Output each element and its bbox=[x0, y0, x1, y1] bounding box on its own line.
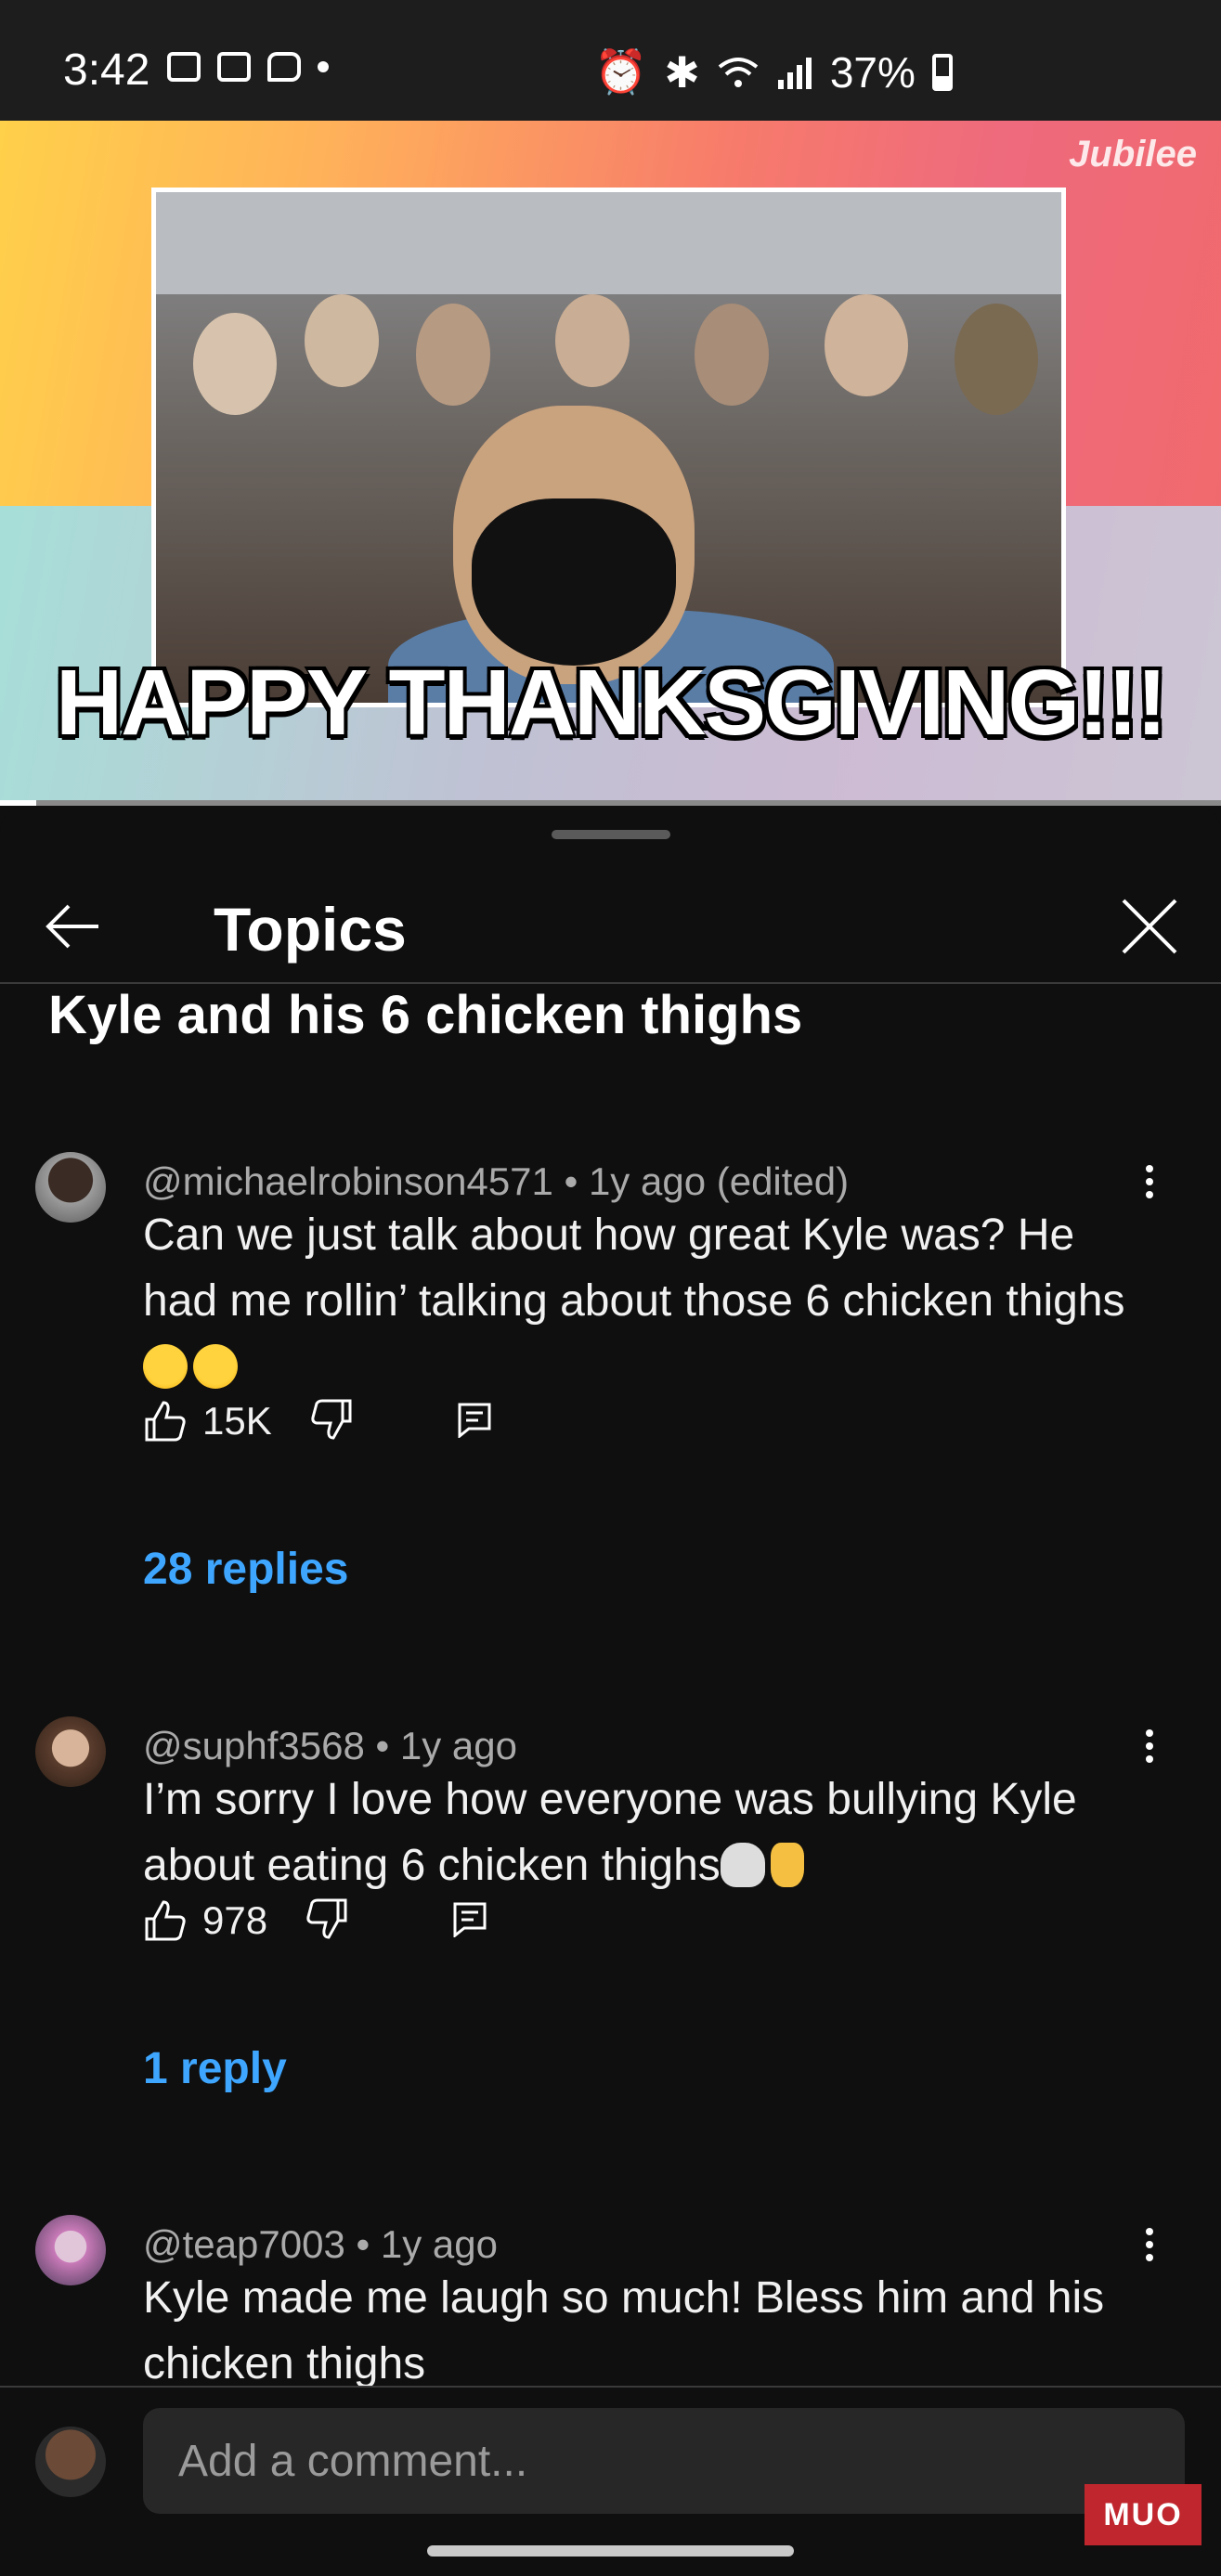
comment-menu-button[interactable] bbox=[1140, 1726, 1159, 1772]
thumbs-down-icon bbox=[311, 1399, 352, 1440]
thumbs-up-icon bbox=[145, 1900, 186, 1941]
gallery-notification-icon bbox=[167, 52, 201, 82]
card-notification-icon bbox=[217, 52, 251, 82]
comment-meta: • 1y ago bbox=[364, 1724, 517, 1767]
comment-menu-button[interactable] bbox=[1140, 1161, 1159, 1208]
user-avatar bbox=[35, 2427, 106, 2497]
close-button[interactable] bbox=[1112, 889, 1187, 964]
wifi-icon bbox=[718, 57, 759, 87]
comment-text: I’m sorry I love how everyone was bullyi… bbox=[143, 1775, 1077, 1890]
channel-watermark: Jubilee bbox=[1069, 134, 1197, 175]
bluetooth-icon: ✱ bbox=[664, 47, 700, 97]
status-bar: 3:42 ⏰ ✱ 37% bbox=[0, 0, 1221, 121]
topics-sheet: Topics Kyle and his 6 chicken thighs @mi… bbox=[0, 806, 1221, 2576]
thumbs-down-icon bbox=[306, 1898, 347, 1939]
comment-author[interactable]: @teap7003 bbox=[143, 2222, 345, 2266]
video-thumbnail-frame bbox=[151, 188, 1066, 707]
comment-actions: 15K bbox=[143, 1393, 493, 1449]
comment-author[interactable]: @michaelrobinson4571 bbox=[143, 1159, 553, 1203]
raised-hand-emoji bbox=[770, 1843, 804, 1887]
avatar[interactable] bbox=[35, 1152, 106, 1223]
sheet-title: Topics bbox=[214, 895, 407, 964]
like-button[interactable]: 978 bbox=[143, 1898, 267, 1943]
add-comment-input[interactable] bbox=[143, 2408, 1185, 2514]
like-button[interactable]: 15K bbox=[143, 1399, 272, 1443]
reply-icon bbox=[458, 1403, 491, 1439]
view-replies-link[interactable]: 28 replies bbox=[143, 1544, 348, 1595]
reply-button[interactable] bbox=[451, 1900, 488, 1942]
comment-menu-button[interactable] bbox=[1140, 2224, 1159, 2271]
laughing-emoji bbox=[193, 1344, 238, 1389]
close-icon bbox=[1122, 899, 1177, 954]
skull-emoji bbox=[720, 1843, 765, 1887]
back-button[interactable] bbox=[37, 889, 111, 964]
home-indicator[interactable] bbox=[427, 2545, 794, 2557]
comment-text: Kyle made me laugh so much! Bless him an… bbox=[143, 2273, 1105, 2388]
alarm-icon: ⏰ bbox=[594, 47, 648, 96]
comment-composer: MUO bbox=[0, 2386, 1221, 2576]
message-notification-icon bbox=[267, 52, 301, 82]
battery-icon bbox=[931, 53, 953, 91]
like-count: 978 bbox=[202, 1898, 268, 1942]
comment-meta: • 1y ago (edited) bbox=[552, 1159, 850, 1203]
muo-watermark: MUO bbox=[1085, 2484, 1202, 2545]
avatar[interactable] bbox=[35, 2215, 106, 2285]
sheet-drag-handle[interactable] bbox=[552, 830, 670, 839]
sheet-header: Topics bbox=[0, 861, 1221, 984]
comment-meta: • 1y ago bbox=[344, 2222, 498, 2266]
status-time: 3:42 bbox=[63, 45, 150, 95]
laughing-emoji bbox=[143, 1344, 188, 1389]
reply-icon bbox=[453, 1902, 487, 1938]
thumbs-up-icon bbox=[145, 1401, 186, 1442]
reply-button[interactable] bbox=[456, 1401, 493, 1443]
battery-percent: 37% bbox=[829, 47, 916, 97]
comment-author[interactable]: @suphf3568 bbox=[143, 1724, 365, 1767]
dislike-button[interactable] bbox=[309, 1397, 354, 1446]
signal-icon bbox=[777, 57, 812, 89]
avatar[interactable] bbox=[35, 1716, 106, 1787]
like-count: 15K bbox=[202, 1399, 272, 1443]
back-arrow-icon bbox=[45, 904, 98, 949]
comment-actions: 978 bbox=[143, 1893, 488, 1948]
dislike-button[interactable] bbox=[305, 1896, 349, 1946]
comment-text: Can we just talk about how great Kyle wa… bbox=[143, 1202, 1127, 1400]
video-player[interactable]: Jubilee HAPPY THANKSGIVING!!! bbox=[0, 121, 1221, 803]
topic-title: Kyle and his 6 chicken thighs bbox=[48, 985, 803, 1045]
more-notifications-icon bbox=[318, 61, 329, 72]
view-replies-link[interactable]: 1 reply bbox=[143, 2043, 287, 2094]
video-caption: HAPPY THANKSGIVING!!! bbox=[55, 651, 1167, 755]
